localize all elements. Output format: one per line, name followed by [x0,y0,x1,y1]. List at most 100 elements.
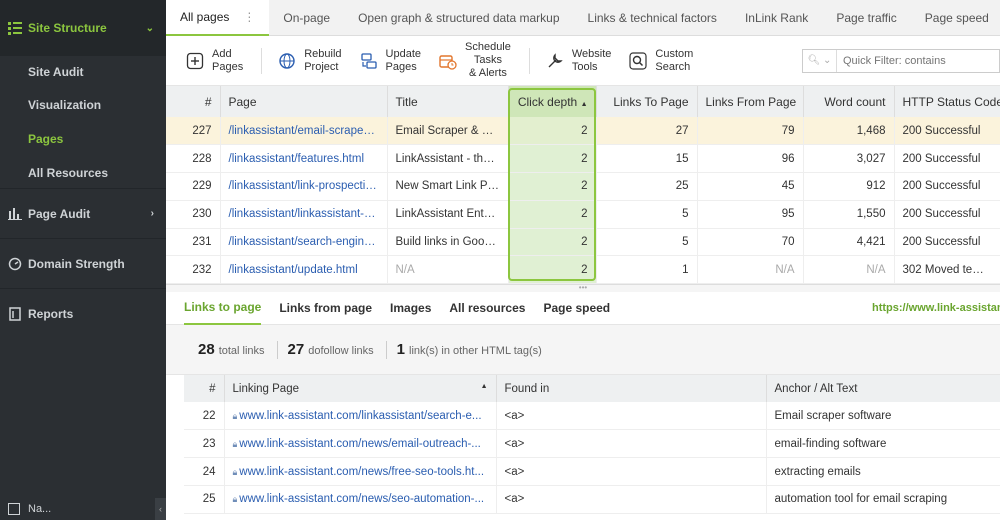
sidebar-item-domain-strength[interactable]: Domain Strength [0,238,166,288]
cell-page-link[interactable]: /linkassistant/update.html [220,255,388,285]
collapse-sidebar-handle[interactable]: ‹ [155,498,166,520]
tab-open-graph[interactable]: Open graph & structured data markup [344,0,573,35]
selected-page-url[interactable]: https://www.link-assistant [872,302,1000,314]
sidebar-bottom-item[interactable]: Na... [0,498,166,520]
cell-linking-page[interactable]: 🔒︎ www.link-assistant.com/news/email-outr… [224,429,497,459]
table-row[interactable]: 227 /linkassistant/email-scraper-tool...… [166,117,1000,146]
cell-linking-page[interactable]: 🔒︎ www.link-assistant.com/news/free-seo-t… [224,457,497,486]
tab-images[interactable]: Images [390,292,431,325]
cell-page-link[interactable]: /linkassistant/linkassistant-enterp [220,200,388,229]
lock-icon: 🔒︎ [232,466,238,477]
cell-found-in: <a> [496,457,767,486]
cell-linking-page[interactable]: 🔒︎ www.link-assistant.com/news/seo-automa… [224,485,497,514]
column-header-number[interactable]: # [166,86,221,117]
sidebar-item-label: Reports [28,306,74,321]
tab-on-page[interactable]: On-page [269,0,344,35]
table-row[interactable]: 230 /linkassistant/linkassistant-enterp … [166,200,1000,229]
add-pages-button[interactable]: Add Pages [186,48,243,74]
cell-number: 229 [166,172,221,201]
sidebar-item-page-audit[interactable]: Page Audit › [0,188,166,238]
custom-search-button[interactable]: Custom Search [629,48,693,74]
table-row[interactable]: 24 🔒︎ www.link-assistant.com/news/free-se… [184,457,1000,486]
cell-click-depth: 2 [508,255,597,285]
table-row[interactable]: 232 /linkassistant/update.html N/A 2 1 N… [166,255,1000,285]
cell-anchor: extracting emails [766,457,1000,486]
update-pages-button[interactable]: Update Pages [360,48,421,74]
column-header-anchor[interactable]: Anchor / Alt Text [766,375,1000,403]
lock-icon: 🔒︎ [232,410,238,421]
filter-search-icon[interactable]: 🔍︎ ⌄ [803,49,837,72]
update-icon [360,52,378,70]
cell-title: LinkAssistant Enter... [387,200,509,229]
tab-all-pages[interactable]: All pages ⋮ [166,0,270,36]
table-row[interactable]: 23 🔒︎ www.link-assistant.com/news/email-o… [184,429,1000,459]
column-header-title[interactable]: Title [387,86,509,117]
table-row[interactable]: 228 /linkassistant/features.html LinkAss… [166,144,1000,174]
table-row[interactable]: 229 /linkassistant/link-prospecting-to..… [166,172,1000,201]
column-header-links-from-page[interactable]: Links From Page [697,86,804,117]
website-tools-button[interactable]: Website Tools [546,48,611,74]
quick-filter[interactable]: 🔍︎ ⌄ [802,48,1000,73]
column-header-http-status[interactable]: HTTP Status Code [894,86,1000,117]
table-row[interactable]: 231 /linkassistant/search-engines-lis...… [166,228,1000,257]
cell-links-from: N/A [697,255,804,285]
tab-links-from-page[interactable]: Links from page [279,292,372,325]
rebuild-project-button[interactable]: Rebuild Project [278,48,342,74]
cell-links-from: 79 [697,117,804,146]
sidebar-subitems: Site Audit Visualization Pages All Resou… [0,56,166,188]
column-header-links-to-page[interactable]: Links To Page [596,86,698,117]
lock-icon: 🔒︎ [232,494,238,505]
navigator-icon [8,503,20,515]
tab-links-technical[interactable]: Links & technical factors [574,0,731,35]
cell-page-link[interactable]: /linkassistant/features.html [220,144,388,174]
sidebar-item-visualization[interactable]: Visualization [0,88,166,122]
tab-all-resources[interactable]: All resources [449,292,525,325]
table-row[interactable]: 22 🔒︎ www.link-assistant.com/linkassistan… [184,402,1000,431]
sidebar-item-pages[interactable]: Pages [0,122,166,156]
cell-page-link[interactable]: /linkassistant/email-scraper-tool... [220,117,388,146]
pages-table: # Page Title Click depth ▲ Links To Page… [166,86,1000,285]
column-header-number[interactable]: # [184,375,225,403]
tab-inlink-rank[interactable]: InLink Rank [731,0,822,35]
column-header-page[interactable]: Page [220,86,388,117]
report-icon [8,306,22,321]
quick-filter-input[interactable] [837,54,987,67]
cell-links-from: 45 [697,172,804,201]
more-vertical-icon[interactable]: ⋮ [243,10,255,24]
link-stats: 28 total links 27 dofollow links 1 link(s) … [166,325,1000,376]
sidebar-item-all-resources[interactable]: All Resources [0,156,166,190]
stat-other-tags: 1 link(s) in other HTML tag(s) [396,341,542,359]
cell-links-to: 5 [596,228,698,257]
lock-icon: 🔒︎ [232,438,238,449]
cell-status: 200 Successful [894,117,1000,146]
gauge-icon [8,257,22,271]
sort-asc-icon: ▲ [580,100,588,108]
custom-search-label: Custom Search [655,47,694,73]
table-row[interactable]: 25 🔒︎ www.link-assistant.com/news/seo-aut… [184,485,1000,514]
cell-page-link[interactable]: /linkassistant/search-engines-lis... [220,228,388,257]
cell-number: 228 [166,144,221,174]
column-header-found-in[interactable]: Found in [496,375,767,403]
cell-title: Build links in Googl... [387,228,509,257]
cell-click-depth: 2 [508,144,597,174]
tab-page-speed[interactable]: Page speed [911,0,1000,35]
cell-number: 23 [184,429,225,459]
cell-linking-page[interactable]: 🔒︎ www.link-assistant.com/linkassistant/s… [224,402,497,431]
tab-page-speed-detail[interactable]: Page speed [543,292,610,325]
tab-page-traffic[interactable]: Page traffic [822,0,910,35]
detail-tab-bar: Links to page Links from page Images All… [166,292,1000,326]
column-header-linking-page[interactable]: Linking Page ▲ [224,375,497,403]
stats-divider [385,340,387,359]
cell-links-from: 70 [697,228,804,257]
column-header-word-count[interactable]: Word count [803,86,895,117]
bar-chart-icon [8,207,22,221]
tab-links-to-page[interactable]: Links to page [184,292,262,325]
column-header-click-depth[interactable]: Click depth ▲ [508,86,597,117]
schedule-tasks-button[interactable]: Schedule Tasks & Alerts [439,41,511,80]
cell-page-link[interactable]: /linkassistant/link-prospecting-to... [220,172,388,201]
sidebar-item-site-audit[interactable]: Site Audit [0,56,166,88]
sidebar-site-structure[interactable]: Site Structure ⌄ [0,0,166,56]
sort-asc-icon: ▲ [480,382,488,390]
sidebar-item-reports[interactable]: Reports [0,288,166,338]
sidebar-bottom-label: Na... [28,503,52,515]
